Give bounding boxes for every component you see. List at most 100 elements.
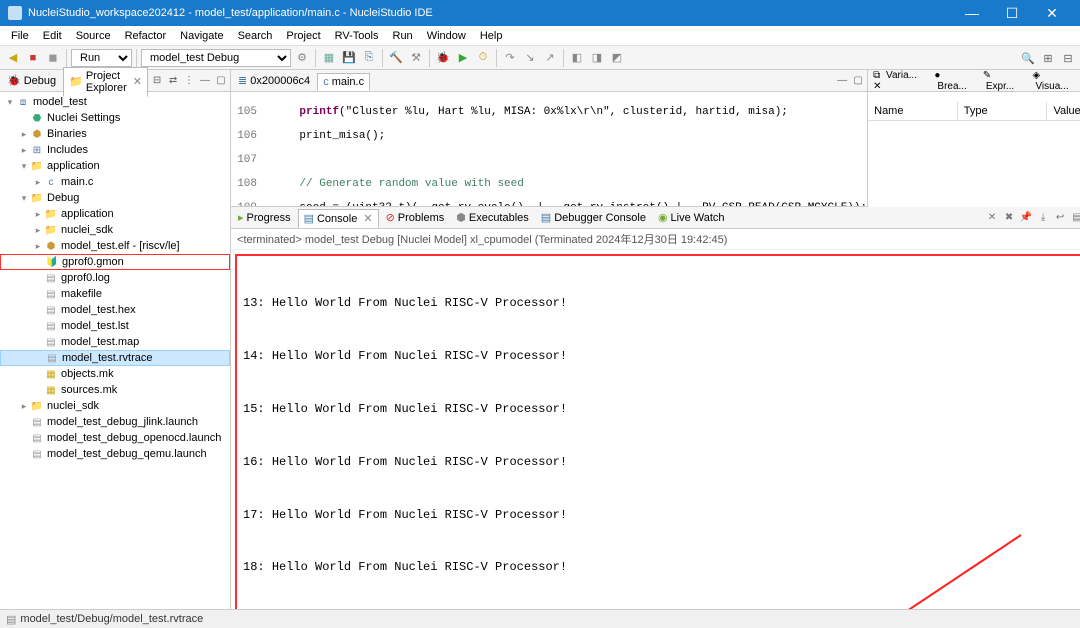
tree-sources[interactable]: sources.mk <box>61 384 117 396</box>
file-icon: ▤ <box>6 613 16 626</box>
tree-openocd[interactable]: model_test_debug_openocd.launch <box>47 432 221 444</box>
run-icon[interactable]: ▶ <box>454 49 472 67</box>
stepout-icon[interactable]: ↗ <box>541 49 559 67</box>
console-clear-icon[interactable]: ✕ <box>985 212 999 223</box>
menu-file[interactable]: File <box>4 28 36 44</box>
back-icon[interactable]: ◀ <box>4 49 22 67</box>
tab-executables[interactable]: ⬢Executables <box>451 209 534 226</box>
tree-map[interactable]: model_test.map <box>61 336 139 348</box>
col-value[interactable]: Value <box>1047 102 1080 120</box>
minimize-button[interactable]: — <box>952 0 992 26</box>
menu-rvtools[interactable]: RV-Tools <box>328 28 386 44</box>
min-icon[interactable]: — <box>198 75 212 86</box>
tab-expressions[interactable]: ✎ Expr... <box>980 70 1029 92</box>
collapse-icon[interactable]: ⊟ <box>150 75 164 86</box>
new-icon[interactable]: ▦ <box>320 49 338 67</box>
console-removeall-icon[interactable]: ✖ <box>1002 212 1016 223</box>
link-icon[interactable]: ⇄ <box>166 75 180 86</box>
tree-elf[interactable]: model_test.elf - [riscv/le] <box>61 240 180 252</box>
filter-icon[interactable]: ⋮ <box>182 75 196 86</box>
tree-nuclei-settings[interactable]: Nuclei Settings <box>47 112 120 124</box>
tree-hex[interactable]: model_test.hex <box>61 304 136 316</box>
close-button[interactable]: ✕ <box>1032 0 1072 26</box>
editor-min-icon[interactable]: — <box>835 75 849 86</box>
menu-run[interactable]: Run <box>386 28 420 44</box>
perspective-switcher[interactable]: 🔍 ⊞ ⊟ <box>1020 52 1076 65</box>
maximize-button[interactable]: ☐ <box>992 0 1032 26</box>
tree-gprof-log[interactable]: gprof0.log <box>61 272 110 284</box>
tab-project-explorer[interactable]: 📁Project Explorer✕ <box>63 67 148 97</box>
console-display-icon[interactable]: ▤ <box>1070 212 1080 223</box>
misc1-icon[interactable]: ◧ <box>568 49 586 67</box>
profile-icon[interactable]: ⏱ <box>474 49 492 67</box>
tree-debug-sdk[interactable]: nuclei_sdk <box>61 224 113 236</box>
tree-rvtrace[interactable]: model_test.rvtrace <box>62 352 152 364</box>
tree-debug-app[interactable]: application <box>61 208 114 220</box>
search-icon[interactable]: 🔍 <box>1020 52 1036 65</box>
tab-visualizer[interactable]: ◈ Visua... <box>1029 70 1080 92</box>
misc3-icon[interactable]: ◩ <box>608 49 626 67</box>
skip-icon[interactable]: ◼ <box>44 49 62 67</box>
gear-icon[interactable]: ⚙ <box>293 49 311 67</box>
menu-project[interactable]: Project <box>279 28 327 44</box>
tree-debug[interactable]: Debug <box>47 192 79 204</box>
tree-lst[interactable]: model_test.lst <box>61 320 129 332</box>
stop-icon[interactable]: ■ <box>24 49 42 67</box>
tab-problems[interactable]: ⊘Problems <box>381 209 450 226</box>
console-subtitle: <terminated> model_test Debug [Nuclei Mo… <box>231 229 1080 250</box>
tab-debug[interactable]: 🐞Debug <box>2 72 61 89</box>
tab-console[interactable]: ▤Console✕ <box>298 209 379 228</box>
save-icon[interactable]: 💾 <box>340 49 358 67</box>
tree-nuclei-sdk[interactable]: nuclei_sdk <box>47 400 99 412</box>
step-icon[interactable]: ↷ <box>501 49 519 67</box>
console-wrap-icon[interactable]: ↩ <box>1053 212 1067 223</box>
debug-icon[interactable]: 🐞 <box>434 49 452 67</box>
tree-includes[interactable]: Includes <box>47 144 88 156</box>
max-icon[interactable]: ▢ <box>214 75 228 86</box>
editor-max-icon[interactable]: ▢ <box>851 75 865 86</box>
perspective-c-icon[interactable]: ⊞ <box>1040 52 1056 65</box>
menu-navigate[interactable]: Navigate <box>173 28 230 44</box>
menu-source[interactable]: Source <box>69 28 118 44</box>
saveall-icon[interactable]: ⎘ <box>360 49 378 67</box>
explorer-toolbar[interactable]: ⊟ ⇄ ⋮ — ▢ <box>150 75 228 86</box>
tab-addr[interactable]: ≣0x200006c4 <box>233 72 315 89</box>
tree-gmon[interactable]: gprof0.gmon <box>62 256 124 268</box>
run-mode-select[interactable]: Run <box>71 49 132 67</box>
tab-live-watch[interactable]: ◉Live Watch <box>653 209 730 226</box>
console-line: 17: Hello World From Nuclei RISC-V Proce… <box>243 502 1080 528</box>
tab-debugger-console[interactable]: ▤Debugger Console <box>536 209 651 226</box>
debug-config-select[interactable]: model_test Debug <box>141 49 291 67</box>
tree-jlink[interactable]: model_test_debug_jlink.launch <box>47 416 198 428</box>
tree-project[interactable]: model_test <box>33 96 87 108</box>
menu-edit[interactable]: Edit <box>36 28 69 44</box>
menu-window[interactable]: Window <box>420 28 473 44</box>
misc2-icon[interactable]: ◨ <box>588 49 606 67</box>
console-body[interactable]: 13: Hello World From Nuclei RISC-V Proce… <box>231 250 1080 609</box>
tree-application[interactable]: application <box>47 160 100 172</box>
console-pin-icon[interactable]: 📌 <box>1019 212 1033 223</box>
status-path: model_test/Debug/model_test.rvtrace <box>20 613 203 625</box>
tree-objects[interactable]: objects.mk <box>61 368 114 380</box>
col-name[interactable]: Name <box>868 102 958 120</box>
project-tree[interactable]: ▾⧈model_test ⬣Nuclei Settings ▸⬢Binaries… <box>0 92 230 609</box>
tree-main-c[interactable]: main.c <box>61 176 93 188</box>
perspective-debug-icon[interactable]: ⊟ <box>1060 52 1076 65</box>
console-toolbar[interactable]: ✕ ✖ 📌 ⤓ ↩ ▤ ▦ — ▢ <box>985 212 1080 223</box>
menu-refactor[interactable]: Refactor <box>118 28 174 44</box>
tab-main-c[interactable]: cmain.c <box>317 73 370 91</box>
console-scroll-icon[interactable]: ⤓ <box>1036 212 1050 223</box>
tree-makefile[interactable]: makefile <box>61 288 102 300</box>
tab-breakpoints[interactable]: ● Brea... <box>931 70 978 92</box>
tree-binaries[interactable]: Binaries <box>47 128 87 140</box>
tree-qemu[interactable]: model_test_debug_qemu.launch <box>47 448 207 460</box>
col-type[interactable]: Type <box>958 102 1048 120</box>
build-icon[interactable]: 🔨 <box>387 49 405 67</box>
tab-variables[interactable]: ⧉ Varia... ✕ <box>870 70 930 92</box>
menu-help[interactable]: Help <box>473 28 510 44</box>
menu-search[interactable]: Search <box>231 28 280 44</box>
buildall-icon[interactable]: ⚒ <box>407 49 425 67</box>
code-editor[interactable]: 105 printf("Cluster %lu, Hart %lu, MISA:… <box>231 92 867 207</box>
stepinto-icon[interactable]: ↘ <box>521 49 539 67</box>
tab-progress[interactable]: ▸Progress <box>233 209 296 226</box>
